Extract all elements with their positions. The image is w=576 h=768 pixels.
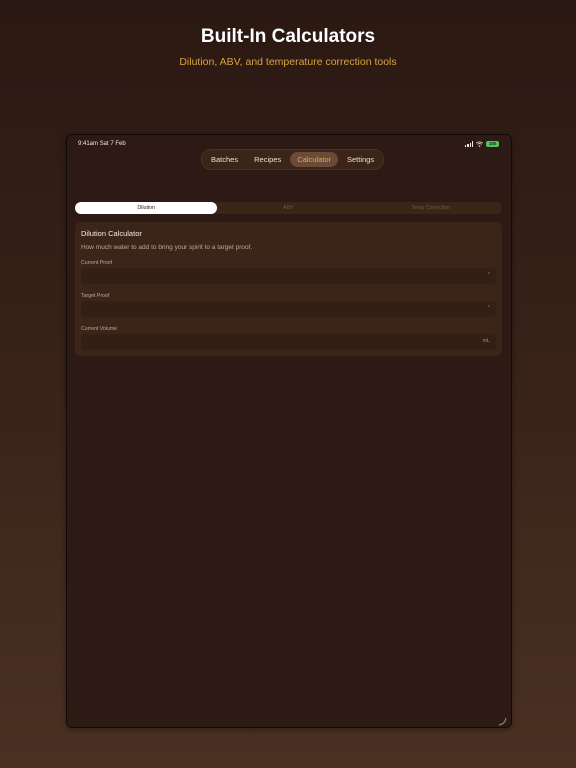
- target-proof-unit: °: [487, 305, 490, 311]
- segment-abv[interactable]: ABV: [217, 202, 359, 214]
- resize-grip-icon: [497, 713, 507, 726]
- segment-dilution[interactable]: Dilution: [75, 202, 218, 214]
- tab-recipes[interactable]: Recipes: [247, 152, 288, 167]
- tab-calculator[interactable]: Calculator: [290, 152, 338, 167]
- status-time: 9:41am Sat 7 Feb: [78, 141, 126, 147]
- tab-bar: Batches Recipes Calculator Settings: [201, 149, 385, 170]
- page-subtitle: Dilution, ABV, and temperature correctio…: [179, 56, 397, 68]
- target-proof-label: Target Proof: [81, 293, 110, 299]
- current-volume-unit: mL: [482, 338, 490, 344]
- current-volume-label: Current Volume: [81, 326, 118, 332]
- calculator-type-segmented-control: Dilution ABV Temp Correction: [75, 202, 502, 214]
- current-proof-label: Current Proof: [81, 260, 113, 266]
- tab-batches[interactable]: Batches: [204, 152, 245, 167]
- page-title: Built-In Calculators: [200, 26, 376, 47]
- current-volume-input[interactable]: mL: [81, 334, 496, 350]
- target-proof-input[interactable]: °: [81, 301, 496, 317]
- wifi-icon: [476, 141, 483, 147]
- ipad-screen: 9:41am Sat 7 Feb 100 Batches Recipes Cal…: [66, 134, 512, 728]
- status-icons: 100: [465, 141, 499, 147]
- current-proof-input[interactable]: °: [81, 268, 496, 284]
- dilution-calculator-card: Dilution Calculator How much water to ad…: [75, 222, 502, 356]
- card-description: How much water to add to bring your spir…: [81, 244, 253, 251]
- battery-icon: 100: [486, 141, 499, 147]
- card-title: Dilution Calculator: [81, 229, 142, 238]
- current-proof-unit: °: [487, 272, 490, 278]
- segment-temp-correction[interactable]: Temp Correction: [360, 202, 502, 214]
- tab-settings[interactable]: Settings: [340, 152, 381, 167]
- signal-icon: [465, 141, 473, 147]
